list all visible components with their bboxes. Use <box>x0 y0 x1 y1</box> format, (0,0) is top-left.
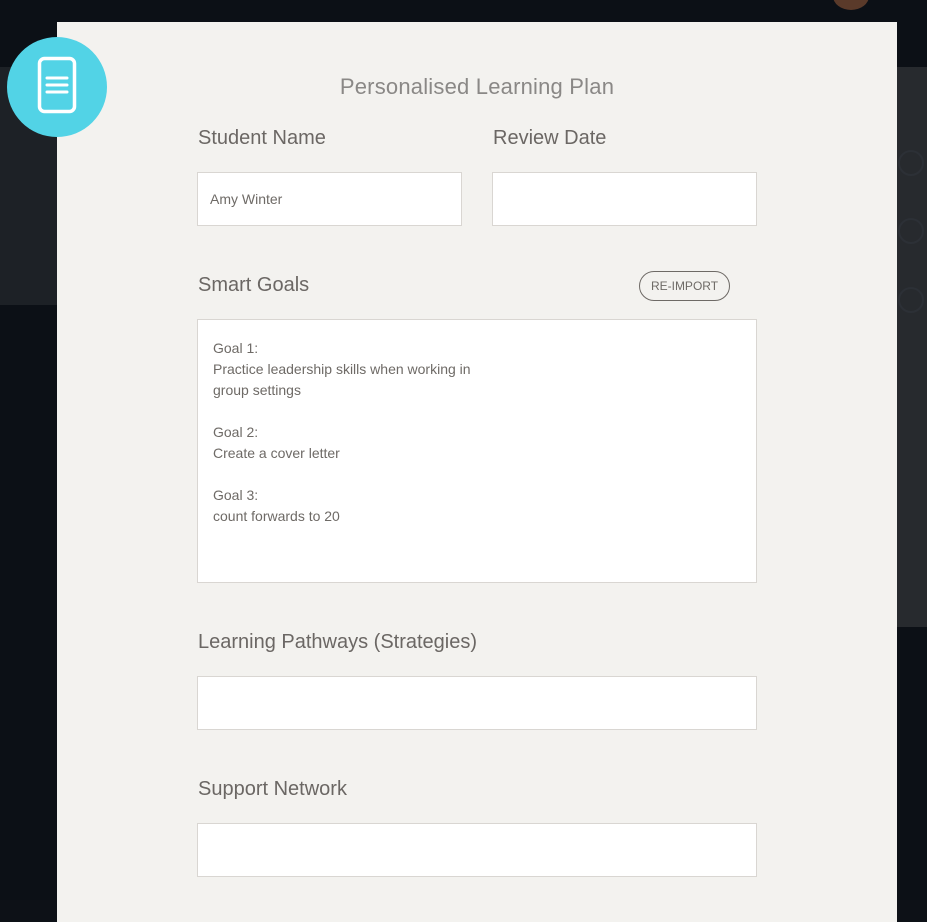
background-icon <box>898 287 924 313</box>
student-name-label: Student Name <box>198 127 326 149</box>
document-badge[interactable] <box>7 37 107 137</box>
smart-goals-label: Smart Goals <box>198 274 310 296</box>
learning-pathways-input[interactable] <box>197 676 757 730</box>
learning-plan-modal: Personalised Learning Plan Student Name … <box>57 22 897 922</box>
document-icon <box>37 56 77 119</box>
reimport-button[interactable]: RE-IMPORT <box>639 271 730 301</box>
review-date-input[interactable] <box>492 172 757 226</box>
avatar <box>833 0 869 10</box>
background-icon <box>898 218 924 244</box>
background-icon <box>898 150 924 176</box>
page-title: Personalised Learning Plan <box>339 74 615 99</box>
support-network-label: Support Network <box>198 778 347 800</box>
smart-goals-textarea[interactable]: Goal 1: Practice leadership skills when … <box>197 319 757 583</box>
learning-pathways-label: Learning Pathways (Strategies) <box>198 631 478 653</box>
support-network-input[interactable] <box>197 823 757 877</box>
review-date-label: Review Date <box>493 127 607 149</box>
student-name-input[interactable] <box>197 172 462 226</box>
